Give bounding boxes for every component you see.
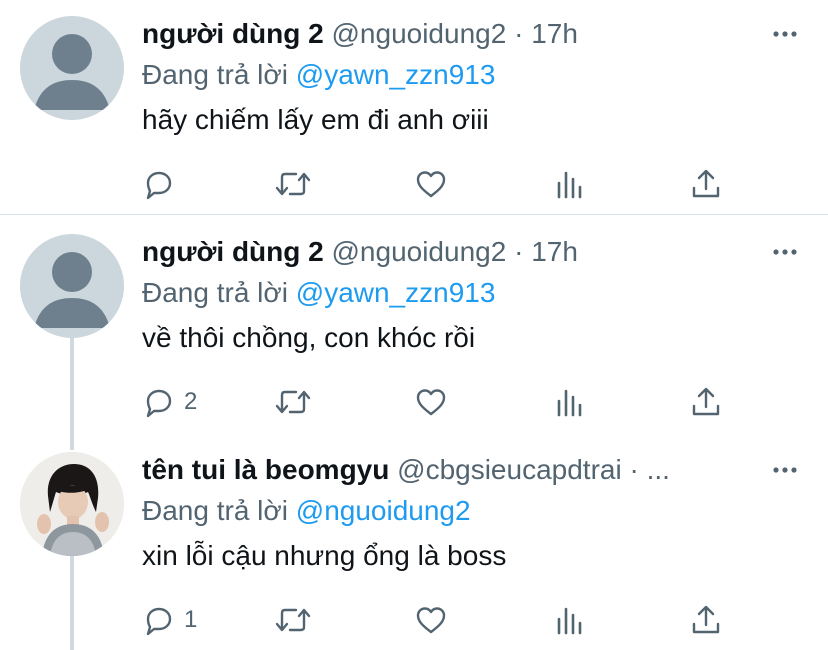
- reply-icon: [146, 607, 172, 636]
- retweet-icon: [275, 390, 311, 414]
- reply-icon: [146, 389, 172, 418]
- action-bar: [142, 164, 742, 204]
- tweet-header: người dùng 2 @nguoidung2 · 17h: [142, 14, 828, 54]
- reply-button[interactable]: 2: [142, 382, 197, 422]
- replying-to: Đang trả lời @yawn_zzn913: [142, 274, 495, 312]
- reply-button[interactable]: 1: [142, 600, 197, 640]
- divider: [0, 214, 828, 215]
- display-name[interactable]: tên tui là beomgyu: [142, 454, 389, 485]
- reply-icon: [146, 171, 172, 200]
- analytics-button[interactable]: [554, 164, 584, 204]
- analytics-icon: [557, 389, 582, 417]
- action-bar: 1: [142, 600, 742, 640]
- user-handle[interactable]: @nguoidung2: [332, 236, 507, 267]
- replying-to: Đang trả lời @yawn_zzn913: [142, 56, 495, 94]
- retweet-button[interactable]: [274, 164, 312, 204]
- timestamp[interactable]: 17h: [531, 18, 578, 49]
- like-icon: [416, 389, 446, 416]
- display-name[interactable]: người dùng 2: [142, 236, 324, 267]
- retweet-icon: [275, 172, 311, 196]
- photo-avatar-icon: [20, 452, 124, 556]
- separator: ·: [506, 18, 532, 49]
- reply-count: 1: [184, 606, 198, 633]
- reply-count: 2: [184, 388, 198, 415]
- more-icon[interactable]: [772, 456, 798, 484]
- retweet-button[interactable]: [274, 600, 312, 640]
- avatar[interactable]: [20, 16, 124, 120]
- user-handle[interactable]: @cbgsieucapdtrai: [397, 454, 622, 485]
- analytics-icon: [557, 171, 582, 199]
- default-avatar-icon: [34, 34, 110, 110]
- replying-to-label: Đang trả lời: [142, 495, 288, 526]
- share-button[interactable]: [690, 164, 722, 204]
- separator: ·: [621, 454, 647, 485]
- timestamp[interactable]: 17h: [531, 236, 578, 267]
- share-icon: [692, 169, 720, 198]
- tweet-text: hãy chiếm lấy em đi anh ơiii: [142, 104, 489, 135]
- tweet-text: về thôi chồng, con khóc rồi: [142, 322, 476, 353]
- tweet-header: tên tui là beomgyu @cbgsieucapdtrai · ..…: [142, 450, 738, 490]
- default-avatar-icon: [34, 252, 110, 328]
- analytics-button[interactable]: [554, 382, 584, 422]
- share-button[interactable]: [690, 382, 722, 422]
- like-icon: [416, 607, 446, 634]
- tweet-header: người dùng 2 @nguoidung2 · 17h: [142, 232, 828, 272]
- reply-button[interactable]: [142, 164, 184, 204]
- like-button[interactable]: [414, 382, 448, 422]
- separator: ·: [506, 236, 532, 267]
- like-icon: [416, 171, 446, 198]
- replying-to-label: Đang trả lời: [142, 59, 288, 90]
- like-button[interactable]: [414, 600, 448, 640]
- display-name[interactable]: người dùng 2: [142, 18, 324, 49]
- more-icon[interactable]: [772, 20, 798, 48]
- mention-link[interactable]: @yawn_zzn913: [296, 277, 496, 308]
- replying-to-label: Đang trả lời: [142, 277, 288, 308]
- user-handle[interactable]: @nguoidung2: [332, 18, 507, 49]
- tweet[interactable]: người dùng 2 @nguoidung2 · 17h Đang trả …: [0, 14, 828, 204]
- retweet-button[interactable]: [274, 382, 312, 422]
- share-icon: [692, 605, 720, 634]
- retweet-icon: [275, 608, 311, 632]
- avatar[interactable]: [20, 452, 124, 556]
- action-bar: 2: [142, 382, 742, 422]
- tweet-text: xin lỗi cậu nhưng ổng là boss: [142, 540, 507, 571]
- analytics-icon: [557, 607, 582, 635]
- tweet[interactable]: người dùng 2 @nguoidung2 · 17h Đang trả …: [0, 232, 828, 422]
- share-icon: [692, 387, 720, 416]
- like-button[interactable]: [414, 164, 448, 204]
- avatar[interactable]: [20, 234, 124, 338]
- timestamp[interactable]: ...: [647, 454, 670, 485]
- mention-link[interactable]: @nguoidung2: [296, 495, 471, 526]
- more-icon[interactable]: [772, 238, 798, 266]
- tweet[interactable]: tên tui là beomgyu @cbgsieucapdtrai · ..…: [0, 450, 828, 650]
- mention-link[interactable]: @yawn_zzn913: [296, 59, 496, 90]
- share-button[interactable]: [690, 600, 722, 640]
- replying-to: Đang trả lời @nguoidung2: [142, 492, 471, 530]
- analytics-button[interactable]: [554, 600, 584, 640]
